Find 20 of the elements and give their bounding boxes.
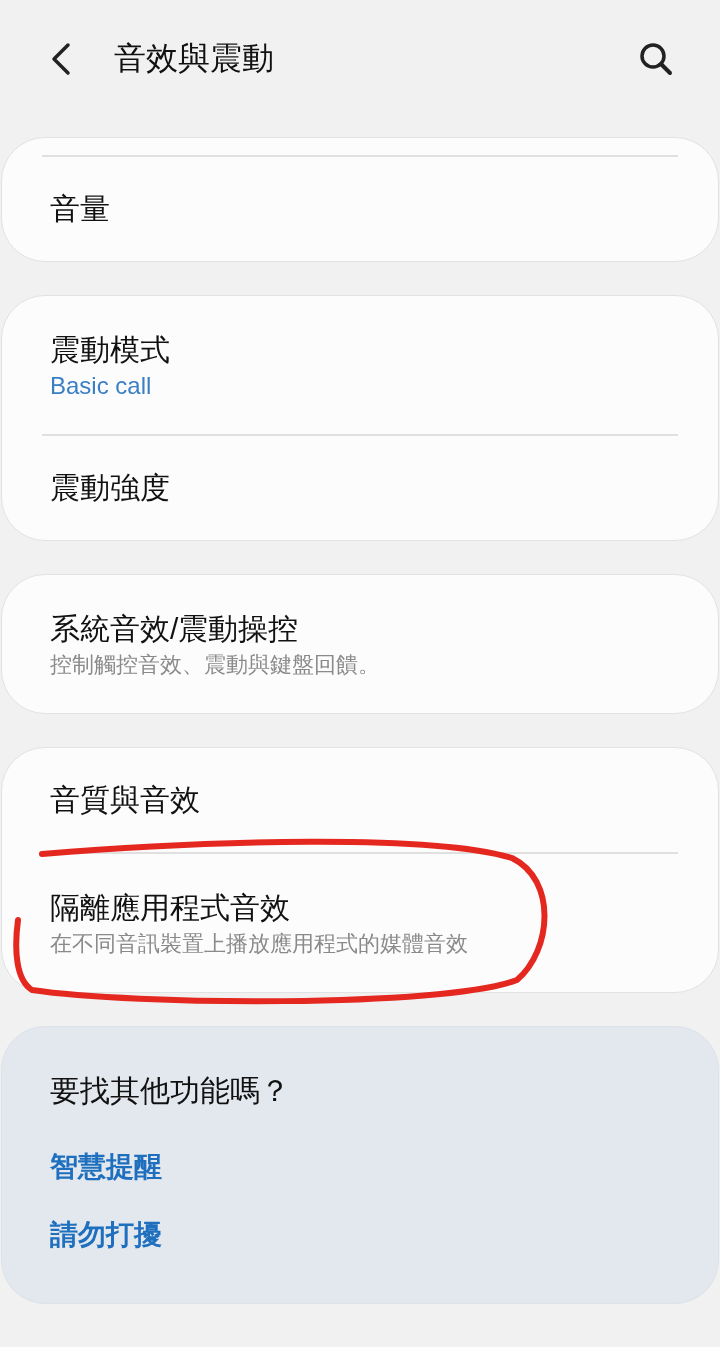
item-title: 隔離應用程式音效 — [50, 890, 291, 926]
item-subtitle: Basic call — [50, 371, 153, 401]
settings-item[interactable]: 隔離應用程式音效 在不同音訊裝置上播放應用程式的媒體音效 — [2, 854, 718, 992]
item-title: 音量 — [50, 191, 111, 227]
search-icon[interactable] — [638, 40, 674, 77]
item-title: 震動模式 — [50, 332, 171, 368]
item-title: 震動強度 — [50, 470, 171, 506]
item-title: 系統音效/震動操控 — [50, 611, 300, 647]
item-title: 音質與音效 — [50, 782, 201, 818]
settings-item[interactable]: 系統音效/震動操控 控制觸控音效、震動與鍵盤回饋。 — [2, 575, 718, 713]
suggestion-link[interactable]: 智慧提醒 — [50, 1149, 162, 1185]
suggestion-link[interactable]: 請勿打擾 — [50, 1217, 162, 1253]
settings-item[interactable]: 音量 — [2, 157, 718, 261]
suggestions-title: 要找其他功能嗎？ — [50, 1073, 290, 1109]
settings-item[interactable]: 震動強度 — [2, 436, 718, 540]
item-subtitle: 在不同音訊裝置上播放應用程式的媒體音效 — [50, 930, 469, 958]
page-title: 音效與震動 — [114, 38, 275, 78]
settings-item[interactable]: 音質與音效 — [2, 748, 718, 852]
settings-item[interactable]: 震動模式 Basic call — [2, 296, 718, 434]
item-subtitle: 控制觸控音效、震動與鍵盤回饋。 — [50, 651, 381, 679]
